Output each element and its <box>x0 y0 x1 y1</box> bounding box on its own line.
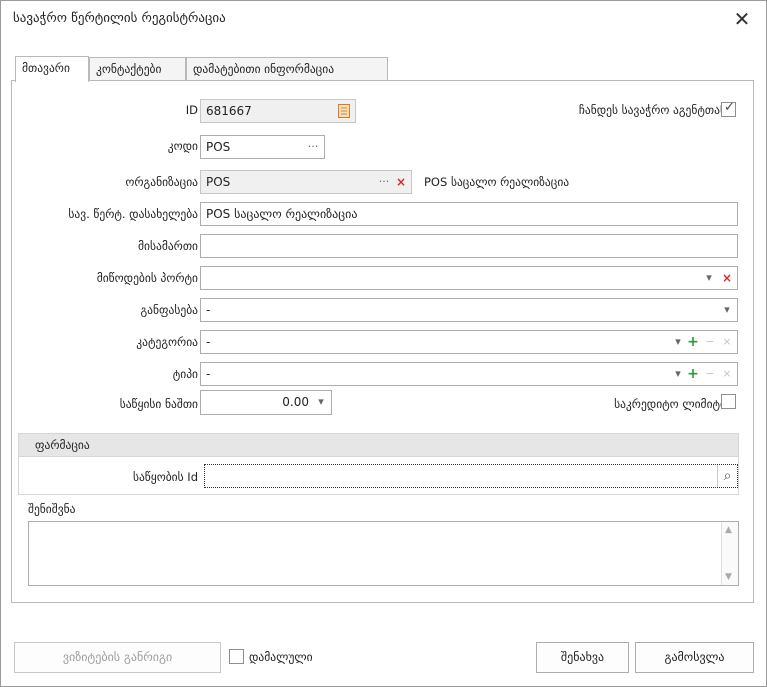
code-lookup-button[interactable]: ··· <box>306 136 320 158</box>
close-button[interactable]: ✕ <box>728 5 756 33</box>
delivery-port-select[interactable]: ▾ × <box>200 266 738 290</box>
warehouse-search-button[interactable]: ⌕ <box>717 465 737 487</box>
type-clear-button[interactable]: × <box>721 363 733 385</box>
tab-additional-info[interactable]: დამატებითი ინფორმაცია <box>186 57 388 81</box>
organization-display-name: POS საცალო რეალიზაცია <box>424 175 570 189</box>
id-value: 681667 <box>206 104 252 118</box>
initial-balance-value: 0.00 <box>282 395 309 409</box>
chevron-down-icon: ▾ <box>724 303 730 316</box>
chevron-down-icon: ▾ <box>318 395 324 408</box>
point-name-label: სავ. წერტ. დასახელება <box>68 207 198 221</box>
plus-icon: + <box>687 366 699 382</box>
minus-icon: − <box>705 335 715 348</box>
code-value: POS <box>206 140 231 154</box>
code-label: კოდი <box>167 139 198 153</box>
minus-icon: − <box>705 367 715 380</box>
initial-balance-label: საწყისი ნაშთი <box>119 397 198 411</box>
id-generator-icon <box>338 104 350 118</box>
point-name-input[interactable]: POS საცალო რეალიზაცია <box>200 202 738 226</box>
type-select[interactable]: - ▾ + − × <box>200 362 738 386</box>
discount-value: - <box>206 303 211 317</box>
initial-balance-field[interactable]: 0.00 ▾ <box>200 390 332 415</box>
type-add-button[interactable]: + <box>687 363 699 385</box>
tab-panel-main: ID 681667 ჩანდეს სავაჭრო აგენტთან ✓ კოდი… <box>11 80 754 603</box>
id-field: 681667 <box>200 99 356 123</box>
credit-limit-label: საკრედიტო ლიმიტი <box>614 397 726 411</box>
notes-label: შენიშვნა <box>28 502 76 516</box>
code-field[interactable]: POS ··· <box>200 135 325 159</box>
delivery-port-label: მიწოდების პორტი <box>96 271 198 285</box>
warehouse-id-input[interactable]: ⌕ <box>204 464 738 488</box>
ellipsis-icon: ··· <box>378 175 390 188</box>
save-button[interactable]: შენახვა <box>536 642 629 673</box>
organization-value: POS <box>206 175 231 189</box>
discount-dropdown[interactable]: ▾ <box>721 299 733 321</box>
scroll-up-icon[interactable]: ▲ <box>725 525 732 535</box>
id-generator-button[interactable] <box>337 100 351 122</box>
ellipsis-icon: ··· <box>307 140 319 153</box>
chevron-down-icon: ▾ <box>675 367 681 380</box>
tab-main[interactable]: მთავარი <box>15 56 89 82</box>
organization-clear-button[interactable]: × <box>395 171 407 193</box>
clear-icon: × <box>722 335 732 348</box>
tab-contacts[interactable]: კონტაქტები <box>89 57 186 81</box>
discount-label: განფასება <box>140 303 199 317</box>
visit-schedule-button[interactable]: ვიზიტების განრიგი <box>14 642 221 673</box>
category-add-button[interactable]: + <box>687 331 699 353</box>
id-label: ID <box>185 103 198 117</box>
category-remove-button[interactable]: − <box>704 331 716 353</box>
title-bar: სავაჭრო წერტილის რეგისტრაცია ✕ <box>1 1 766 37</box>
hidden-label: დამალული <box>249 650 313 664</box>
chevron-down-icon: ▾ <box>706 271 712 284</box>
delivery-port-clear-button[interactable]: × <box>721 267 733 289</box>
organization-lookup-button[interactable]: ··· <box>377 171 391 193</box>
clear-icon: × <box>395 175 407 189</box>
category-dropdown[interactable]: ▾ <box>673 331 683 353</box>
address-label: მისამართი <box>138 239 198 253</box>
category-clear-button[interactable]: × <box>721 331 733 353</box>
address-input[interactable] <box>200 234 738 258</box>
window-title: სავაჭრო წერტილის რეგისტრაცია <box>13 11 226 26</box>
close-icon: ✕ <box>733 7 751 31</box>
notes-textarea[interactable]: ▲ ▼ <box>28 521 739 586</box>
organization-label: ორგანიზაცია <box>125 175 198 189</box>
chevron-down-icon: ▾ <box>675 335 681 348</box>
plus-icon: + <box>687 334 699 350</box>
notes-scrollbar[interactable]: ▲ ▼ <box>721 522 738 585</box>
organization-field[interactable]: POS ··· × <box>200 170 412 194</box>
check-icon: ✓ <box>724 100 735 115</box>
type-value: - <box>206 367 211 381</box>
search-icon: ⌕ <box>723 468 732 484</box>
discount-select[interactable]: - ▾ <box>200 298 738 322</box>
category-select[interactable]: - ▾ + − × <box>200 330 738 354</box>
type-dropdown[interactable]: ▾ <box>673 363 683 385</box>
exit-button[interactable]: გამოსვლა <box>635 642 754 673</box>
type-remove-button[interactable]: − <box>704 363 716 385</box>
warehouse-id-label: საწყობის Id <box>132 470 198 484</box>
show-agent-label: ჩანდეს სავაჭრო აგენტთან <box>578 103 726 117</box>
category-value: - <box>206 335 211 349</box>
pharmacy-section-header: ფარმაცია <box>18 433 739 457</box>
clear-icon: × <box>721 271 733 285</box>
type-label: ტიპი <box>172 367 198 381</box>
hidden-checkbox[interactable] <box>229 649 244 664</box>
show-agent-checkbox[interactable]: ✓ <box>721 100 736 117</box>
dialog-window: სავაჭრო წერტილის რეგისტრაცია ✕ მთავარი კ… <box>0 0 767 687</box>
category-label: კატეგორია <box>136 335 198 349</box>
delivery-port-dropdown[interactable]: ▾ <box>703 267 715 289</box>
scroll-down-icon[interactable]: ▼ <box>725 572 732 582</box>
clear-icon: × <box>722 367 732 380</box>
initial-balance-dropdown[interactable]: ▾ <box>315 391 327 413</box>
credit-limit-checkbox[interactable] <box>721 394 736 409</box>
